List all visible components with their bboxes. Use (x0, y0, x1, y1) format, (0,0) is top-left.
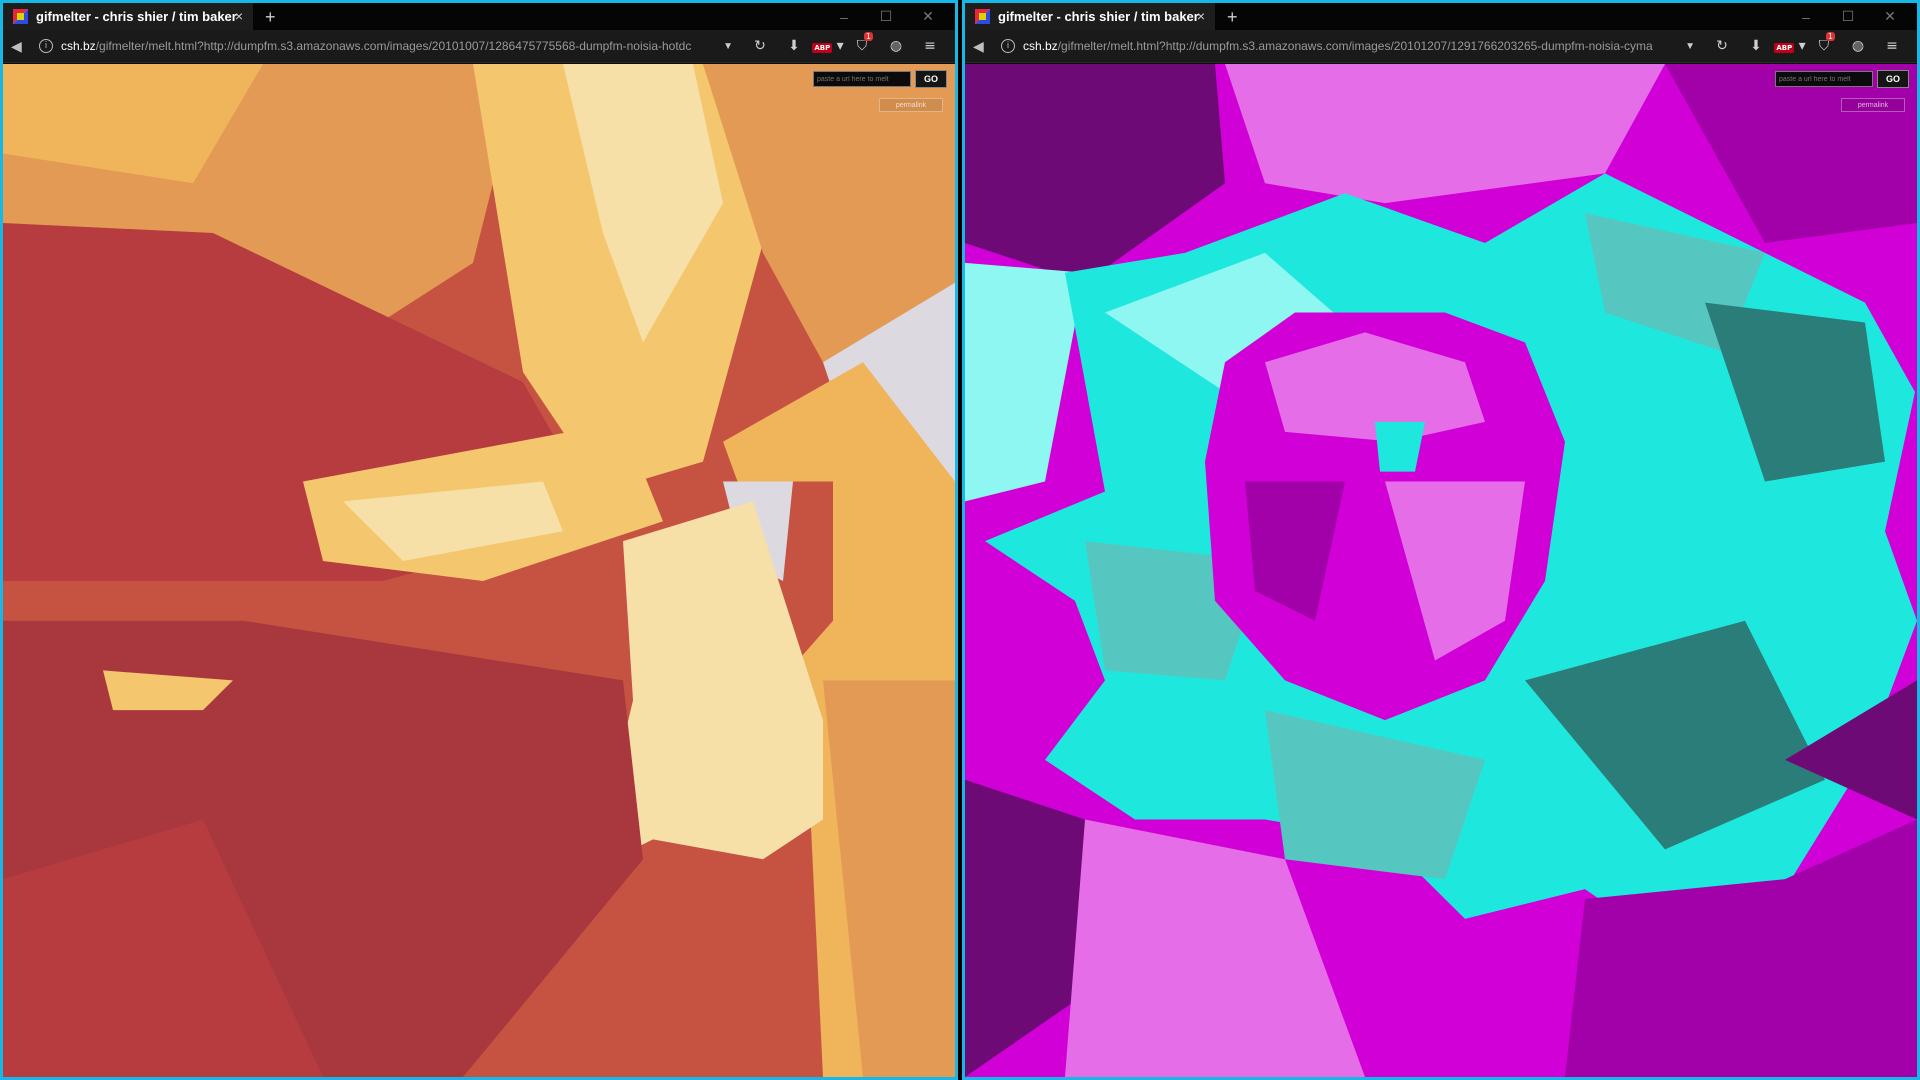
site-info-icon[interactable]: i (1001, 39, 1015, 53)
minimize-icon[interactable]: – (823, 9, 865, 25)
close-tab-icon[interactable]: × (235, 8, 243, 24)
close-window-icon[interactable]: ✕ (907, 8, 949, 25)
extension-icon[interactable]: ⛉ 1 (845, 32, 879, 54)
melted-gif-image (3, 64, 955, 1077)
melted-gif-canvas[interactable]: GO permalink (3, 64, 955, 1077)
extension-badge: 1 (863, 32, 873, 41)
permalink-link[interactable]: permalink (1841, 98, 1905, 112)
adblock-icon[interactable]: ABP ▾ (811, 38, 845, 54)
menu-icon[interactable]: ≡ (913, 38, 947, 54)
reload-icon[interactable]: ↻ (743, 38, 777, 54)
download-icon[interactable]: ⬇ (777, 38, 811, 54)
navigation-toolbar: ◀ i csh.bz/gifmelter/melt.html?http://du… (3, 30, 955, 63)
menu-icon[interactable]: ≡ (1875, 38, 1909, 54)
sync-icon[interactable]: ◍ (879, 38, 913, 54)
address-bar[interactable]: csh.bz/gifmelter/melt.html?http://dumpfm… (1023, 39, 1677, 53)
gifmelter-favicon-icon (13, 9, 28, 24)
minimize-icon[interactable]: – (1785, 9, 1827, 25)
melted-gif-image (965, 64, 1917, 1077)
gif-url-input[interactable] (1775, 71, 1873, 87)
new-tab-icon[interactable]: + (1227, 8, 1238, 26)
url-path: /gifmelter/melt.html?http://dumpfm.s3.am… (95, 39, 692, 53)
back-arrow-icon[interactable]: ◀ (973, 38, 995, 55)
tab-title: gifmelter - chris shier / tim baker (36, 9, 237, 24)
site-info-icon[interactable]: i (39, 39, 53, 53)
url-domain: csh.bz (1023, 39, 1058, 53)
back-arrow-icon[interactable]: ◀ (11, 38, 33, 55)
browser-window-left: gifmelter - chris shier / tim baker × + … (0, 0, 958, 1080)
url-dropdown-icon[interactable]: ▼ (723, 41, 733, 52)
tab-title: gifmelter - chris shier / tim baker (998, 9, 1199, 24)
close-window-icon[interactable]: ✕ (1869, 8, 1911, 25)
tab-bar: gifmelter - chris shier / tim baker × + … (965, 3, 1917, 30)
extension-badge: 1 (1825, 32, 1835, 41)
extension-icon[interactable]: ⛉ 1 (1807, 32, 1841, 54)
gifmelter-favicon-icon (975, 9, 990, 24)
browser-tab[interactable]: gifmelter - chris shier / tim baker × (965, 3, 1215, 30)
sync-icon[interactable]: ◍ (1841, 38, 1875, 54)
window-controls: – ☐ ✕ (823, 3, 949, 30)
browser-window-right: gifmelter - chris shier / tim baker × + … (962, 0, 1920, 1080)
go-button[interactable]: GO (915, 70, 947, 88)
navigation-toolbar: ◀ i csh.bz/gifmelter/melt.html?http://du… (965, 30, 1917, 63)
address-bar[interactable]: csh.bz/gifmelter/melt.html?http://dumpfm… (61, 39, 715, 53)
gif-url-input[interactable] (813, 71, 911, 87)
maximize-icon[interactable]: ☐ (1827, 8, 1869, 25)
url-dropdown-icon[interactable]: ▼ (1685, 41, 1695, 52)
close-tab-icon[interactable]: × (1197, 8, 1205, 24)
url-domain: csh.bz (61, 39, 96, 53)
download-icon[interactable]: ⬇ (1739, 38, 1773, 54)
new-tab-icon[interactable]: + (265, 8, 276, 26)
go-button[interactable]: GO (1877, 70, 1909, 88)
tab-bar: gifmelter - chris shier / tim baker × + … (3, 3, 955, 30)
adblock-icon[interactable]: ABP ▾ (1773, 38, 1807, 54)
url-path: /gifmelter/melt.html?http://dumpfm.s3.am… (1057, 39, 1653, 53)
browser-tab[interactable]: gifmelter - chris shier / tim baker × (3, 3, 253, 30)
maximize-icon[interactable]: ☐ (865, 8, 907, 25)
permalink-link[interactable]: permalink (879, 98, 943, 112)
window-controls: – ☐ ✕ (1785, 3, 1911, 30)
reload-icon[interactable]: ↻ (1705, 38, 1739, 54)
melted-gif-canvas[interactable]: GO permalink (965, 64, 1917, 1077)
